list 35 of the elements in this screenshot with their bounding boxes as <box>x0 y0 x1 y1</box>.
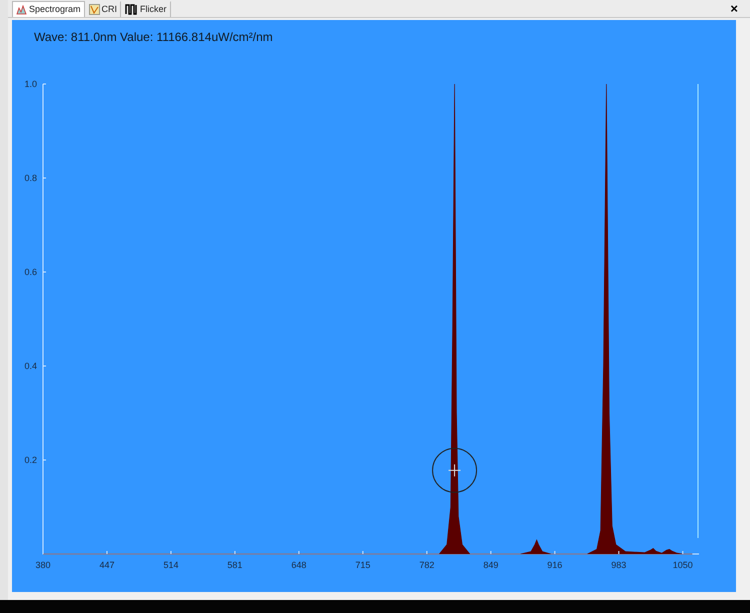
x-tick-label: 581 <box>227 560 242 570</box>
chart-icon <box>88 4 100 15</box>
tab[interactable]: CRI <box>84 1 122 17</box>
tick-mark <box>618 550 620 554</box>
tick-mark <box>170 550 172 554</box>
close-button[interactable]: × <box>726 1 742 17</box>
tick-mark <box>298 550 300 554</box>
y-tick-label: 0.8 <box>24 173 37 183</box>
x-tick-label: 849 <box>483 560 498 570</box>
tab[interactable]: Spectrogram <box>12 1 85 17</box>
tick-mark <box>490 550 492 554</box>
x-tick-label: 380 <box>35 560 51 570</box>
y-tick-label: 1.0 <box>24 79 37 89</box>
x-tick-label: 1050 <box>672 560 693 570</box>
tick-mark <box>426 550 428 554</box>
x-tick-label: 782 <box>419 560 434 570</box>
tick-mark <box>554 550 556 554</box>
spectrum-icon <box>16 4 27 15</box>
tick-mark <box>106 550 108 554</box>
y-tick-label: 0.6 <box>24 267 37 277</box>
x-tick-label: 514 <box>163 560 178 570</box>
x-tick-label: 983 <box>611 560 626 570</box>
x-tick-label: 916 <box>547 560 562 570</box>
y-tick-label: 0.2 <box>24 455 37 465</box>
x-tick-label: 447 <box>99 560 114 570</box>
crosshair-cursor-icon <box>432 448 478 493</box>
tick-mark <box>234 550 236 554</box>
cursor-readout: Wave: 811.0nm Value: 11166.814uW/cm²/nm <box>33 29 273 46</box>
tick-mark <box>682 550 684 554</box>
tab[interactable]: Flicker <box>121 1 171 17</box>
x-tick-label: 648 <box>291 560 306 570</box>
y-tick-label: 0.4 <box>24 361 37 371</box>
tick-mark <box>362 550 364 554</box>
x-tick-label: 715 <box>355 560 370 570</box>
square-wave-icon <box>125 4 138 15</box>
